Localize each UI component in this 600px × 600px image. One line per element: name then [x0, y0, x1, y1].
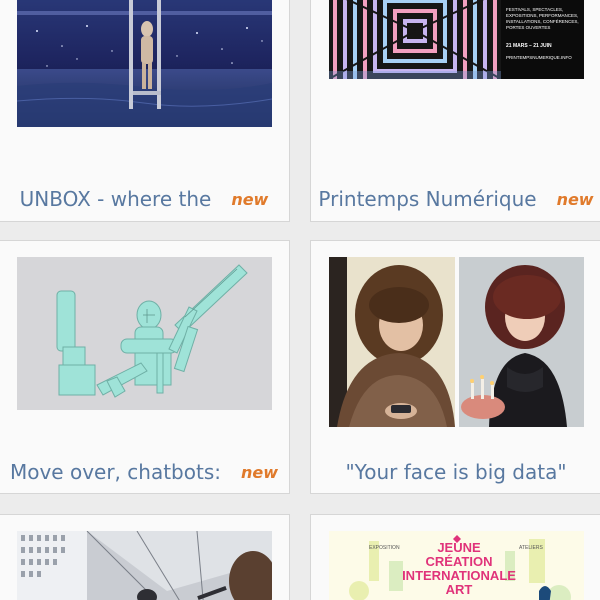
article-title[interactable]: "Your face is big data"	[345, 460, 566, 484]
chatbots-caption[interactable]: Move over, chatbots: new	[0, 457, 289, 487]
article-card-5[interactable]	[0, 514, 290, 600]
big-data-thumbnail[interactable]	[329, 257, 584, 427]
poster-line-2: CRÉATION	[425, 554, 493, 569]
poster-website: PRINTEMPSNUMERIQUE.INFO	[506, 55, 572, 60]
article-card-big-data[interactable]: "Your face is big data"	[310, 240, 600, 494]
article-title[interactable]: Move over, chatbots:	[10, 460, 221, 484]
poster-label-exposition: EXPOSITION	[369, 545, 400, 551]
new-badge: new	[556, 189, 594, 209]
article-card-jeune-creation[interactable]: EXPOSITION ATELIERS JEUNE CRÉATION INTER…	[310, 514, 600, 600]
poster-label-ateliers: ATELIERS	[519, 545, 543, 551]
article-card-printemps-numerique[interactable]: FESTIVALS, SPECTACLES, EXPOSITIONS, PERF…	[310, 0, 600, 222]
poster-line-4: ART	[445, 582, 473, 597]
new-badge: new	[231, 189, 269, 209]
card-5-thumbnail[interactable]	[17, 531, 272, 600]
poster-text: FESTIVALS, SPECTACLES, EXPOSITIONS, PERF…	[501, 0, 584, 79]
jeune-creation-thumbnail[interactable]: EXPOSITION ATELIERS JEUNE CRÉATION INTER…	[329, 531, 584, 600]
article-title[interactable]: Printemps Numérique	[318, 187, 536, 211]
poster-dates: 21 MARS – 21 JUIN	[506, 43, 552, 49]
poster-line-3: INTERNATIONALE	[402, 568, 516, 583]
poster-headline: JEUNE CRÉATION INTERNATIONALE ART	[399, 541, 519, 597]
article-title[interactable]: UNBOX - where the	[20, 187, 212, 211]
poster-description: FESTIVALS, SPECTACLES, EXPOSITIONS, PERF…	[506, 7, 579, 30]
article-card-chatbots[interactable]: Move over, chatbots: new	[0, 240, 290, 494]
printemps-numerique-thumbnail[interactable]: FESTIVALS, SPECTACLES, EXPOSITIONS, PERF…	[329, 0, 584, 79]
printemps-numerique-caption[interactable]: Printemps Numérique new	[311, 184, 600, 214]
article-card-unbox[interactable]: UNBOX - where the new	[0, 0, 290, 222]
unbox-caption[interactable]: UNBOX - where the new	[0, 184, 289, 214]
article-grid: UNBOX - where the new FESTIVALS, SPECTAC…	[0, 0, 600, 600]
big-data-caption[interactable]: "Your face is big data"	[311, 457, 600, 487]
unbox-thumbnail[interactable]	[17, 0, 272, 127]
poster-line-1: JEUNE	[437, 540, 481, 555]
new-badge: new	[240, 462, 279, 482]
chatbots-thumbnail[interactable]	[17, 257, 272, 410]
